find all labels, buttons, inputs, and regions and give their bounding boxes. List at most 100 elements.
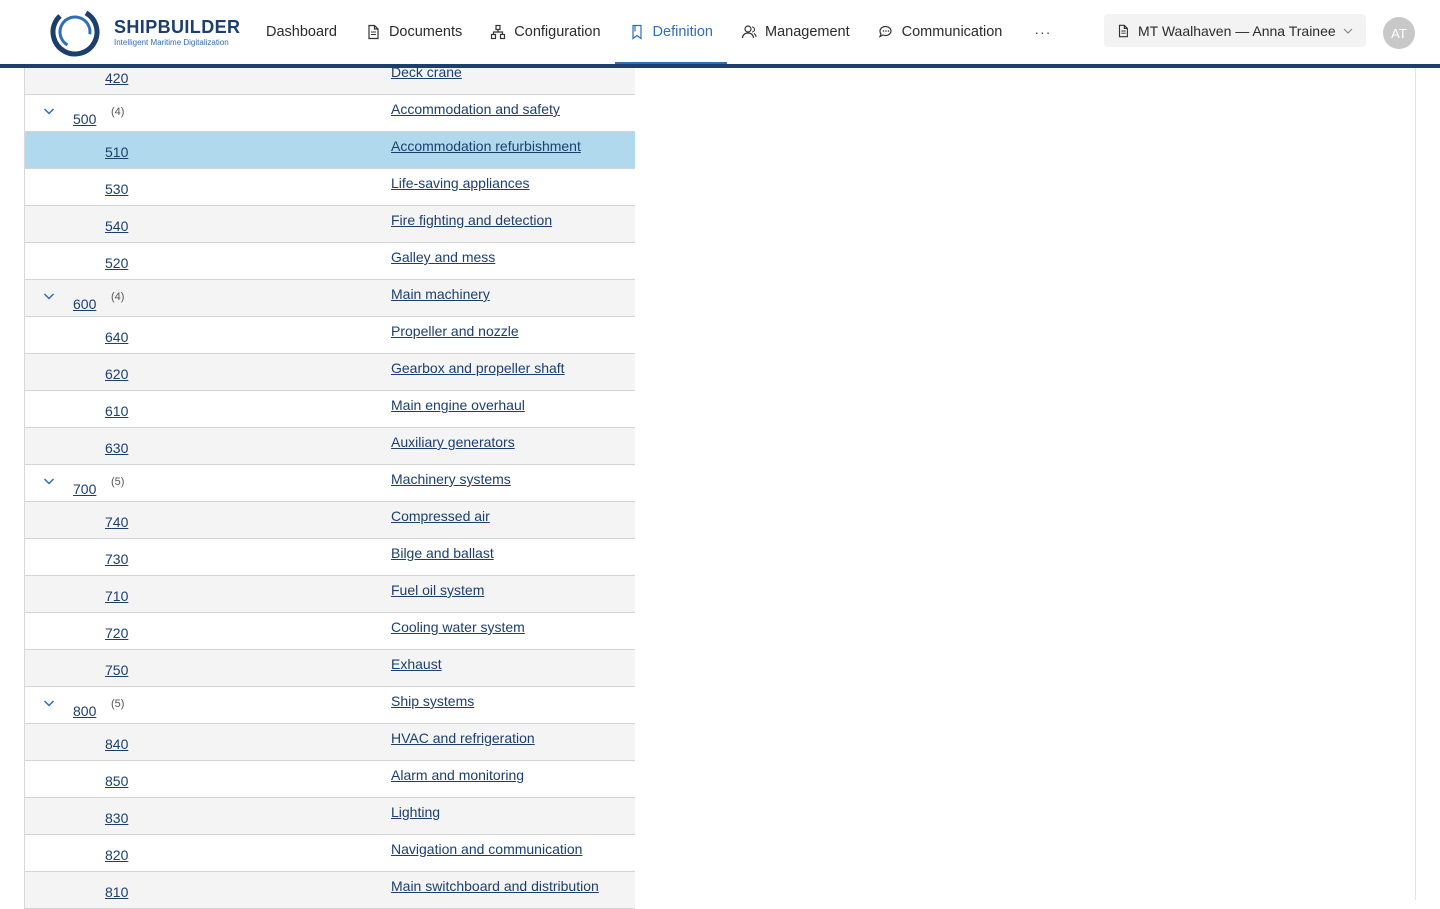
chevron-down-icon[interactable] [41, 695, 57, 711]
tree-row[interactable]: 510 Accommodation refurbishment [25, 132, 635, 169]
chat-icon [878, 24, 894, 40]
tree-row[interactable]: 610 Main engine overhaul [25, 391, 635, 428]
row-child-count: (5) [111, 698, 125, 710]
nav-label: Documents [388, 24, 463, 40]
row-code-link[interactable]: 740 [105, 514, 128, 530]
tree-row[interactable]: 710 Fuel oil system [25, 576, 635, 613]
brand-tagline: Intelligent Maritime Digitalization [114, 38, 229, 47]
nav-label: Definition [652, 24, 713, 40]
row-code-link[interactable]: 640 [105, 329, 128, 345]
row-code-link[interactable]: 840 [105, 736, 128, 752]
row-code-link[interactable]: 750 [105, 662, 128, 678]
chevron-down-icon[interactable] [41, 103, 57, 119]
row-description-link[interactable]: HVAC and refrigeration [391, 730, 535, 746]
row-description-link[interactable]: Propeller and nozzle [391, 323, 519, 339]
row-code-link[interactable]: 830 [105, 810, 128, 826]
row-code-link[interactable]: 500 [73, 111, 96, 127]
row-description-link[interactable]: Auxiliary generators [391, 434, 515, 450]
row-description-link[interactable]: Ship systems [391, 693, 474, 709]
tree-group-row[interactable]: 700 (5) Machinery systems [25, 465, 635, 502]
main-nav: Dashboard Documents Configuration Defini… [252, 0, 1069, 65]
nav-configuration[interactable]: Configuration [476, 0, 614, 64]
tree-row[interactable]: 640 Propeller and nozzle [25, 317, 635, 354]
avatar[interactable]: AT [1383, 17, 1415, 49]
bookmark-icon [629, 24, 645, 40]
tree-row[interactable]: 540 Fire fighting and detection [25, 206, 635, 243]
tree-row[interactable]: 740 Compressed air [25, 502, 635, 539]
row-description-link[interactable]: Fire fighting and detection [391, 212, 552, 228]
tree-row[interactable]: 810 Main switchboard and distribution [25, 872, 635, 909]
tree-row[interactable]: 840 HVAC and refrigeration [25, 724, 635, 761]
row-description-link[interactable]: Cooling water system [391, 619, 525, 635]
tree-group-row[interactable]: 500 (4) Accommodation and safety [25, 95, 635, 132]
tree-row[interactable]: 620 Gearbox and propeller shaft [25, 354, 635, 391]
document-icon [365, 24, 381, 40]
vessel-selector[interactable]: MT Waalhaven — Anna Trainee [1104, 14, 1366, 47]
row-description-link[interactable]: Machinery systems [391, 471, 511, 487]
chevron-down-icon[interactable] [41, 288, 57, 304]
document-icon [1116, 24, 1130, 38]
tree-group-row[interactable]: 800 (5) Ship systems [25, 687, 635, 724]
tree-row[interactable]: 630 Auxiliary generators [25, 428, 635, 465]
row-code-link[interactable]: 420 [105, 70, 128, 86]
row-child-count: (5) [111, 476, 125, 488]
nav-label: Communication [901, 24, 1003, 40]
row-code-link[interactable]: 720 [105, 625, 128, 641]
row-description-link[interactable]: Life-saving appliances [391, 175, 530, 191]
row-description-link[interactable]: Lighting [391, 804, 440, 820]
row-description-link[interactable]: Gearbox and propeller shaft [391, 360, 565, 376]
tree-row[interactable]: 730 Bilge and ballast [25, 539, 635, 576]
nav-documents[interactable]: Documents [351, 0, 476, 64]
row-description-link[interactable]: Alarm and monitoring [391, 767, 524, 783]
header-divider [0, 64, 1440, 68]
row-code-link[interactable]: 530 [105, 181, 128, 197]
row-code-link[interactable]: 630 [105, 440, 128, 456]
tree-row[interactable]: 530 Life-saving appliances [25, 169, 635, 206]
tree-row[interactable]: 520 Galley and mess [25, 243, 635, 280]
nav-more-button[interactable]: ··· [1016, 0, 1069, 64]
nav-label: Configuration [514, 24, 601, 40]
row-description-link[interactable]: Fuel oil system [391, 582, 484, 598]
nav-dashboard[interactable]: Dashboard [252, 0, 351, 64]
row-code-link[interactable]: 730 [105, 551, 128, 567]
logo-mark-icon [50, 7, 100, 57]
row-code-link[interactable]: 600 [73, 296, 96, 312]
shipbuilder-logo[interactable]: SHIPBUILDER Intelligent Maritime Digital… [50, 7, 250, 59]
chevron-down-icon [1342, 25, 1354, 37]
row-description-link[interactable]: Exhaust [391, 656, 442, 672]
nav-communication[interactable]: Communication [864, 0, 1017, 64]
chevron-down-icon[interactable] [41, 473, 57, 489]
row-code-link[interactable]: 700 [73, 481, 96, 497]
tree-row[interactable]: 830 Lighting [25, 798, 635, 835]
row-description-link[interactable]: Navigation and communication [391, 841, 582, 857]
row-description-link[interactable]: Accommodation refurbishment [391, 138, 581, 154]
nav-definition[interactable]: Definition [614, 0, 728, 65]
top-navigation-bar: SHIPBUILDER Intelligent Maritime Digital… [0, 0, 1440, 68]
row-description-link[interactable]: Compressed air [391, 508, 490, 524]
row-code-link[interactable]: 810 [105, 884, 128, 900]
row-description-link[interactable]: Main engine overhaul [391, 397, 525, 413]
brand-name: SHIPBUILDER [114, 17, 241, 37]
row-code-link[interactable]: 610 [105, 403, 128, 419]
row-code-link[interactable]: 800 [73, 703, 96, 719]
row-code-link[interactable]: 620 [105, 366, 128, 382]
row-description-link[interactable]: Main machinery [391, 286, 490, 302]
row-code-link[interactable]: 710 [105, 588, 128, 604]
row-description-link[interactable]: Bilge and ballast [391, 545, 494, 561]
tree-row[interactable]: 720 Cooling water system [25, 613, 635, 650]
tree-group-row[interactable]: 600 (4) Main machinery [25, 280, 635, 317]
nav-label: Dashboard [266, 24, 337, 40]
tree-row[interactable]: 850 Alarm and monitoring [25, 761, 635, 798]
tree-row[interactable]: 820 Navigation and communication [25, 835, 635, 872]
row-code-link[interactable]: 850 [105, 773, 128, 789]
row-code-link[interactable]: 520 [105, 255, 128, 271]
row-code-link[interactable]: 510 [105, 144, 128, 160]
nav-management[interactable]: Management [727, 0, 864, 64]
row-code-link[interactable]: 540 [105, 218, 128, 234]
row-code-link[interactable]: 820 [105, 847, 128, 863]
row-description-link[interactable]: Main switchboard and distribution [391, 878, 599, 894]
nav-label: Management [764, 24, 850, 40]
row-description-link[interactable]: Galley and mess [391, 249, 495, 265]
tree-row[interactable]: 750 Exhaust [25, 650, 635, 687]
row-description-link[interactable]: Accommodation and safety [391, 101, 560, 117]
